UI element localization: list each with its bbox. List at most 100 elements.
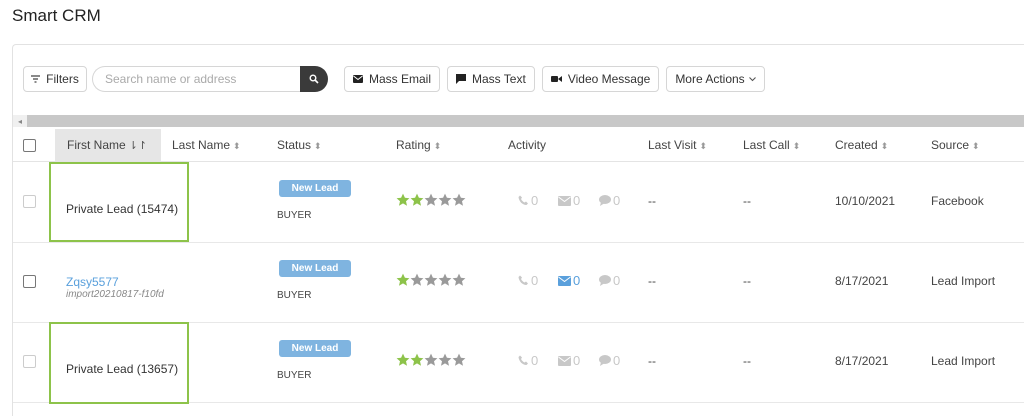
sort-icon: ⬍ [880, 141, 889, 151]
email-activity[interactable]: 0 [558, 273, 580, 288]
last-visit-cell: -- [648, 274, 656, 288]
text-activity[interactable]: 0 [599, 193, 620, 208]
leads-panel: Filters Mass Email Mass Text [12, 44, 1024, 416]
star-empty-icon[interactable] [410, 273, 424, 287]
text-activity[interactable]: 0 [599, 273, 620, 288]
mass-email-button[interactable]: Mass Email [344, 66, 441, 92]
column-last-visit-label: Last Visit [648, 138, 697, 152]
last-visit-cell: -- [648, 354, 656, 368]
star-empty-icon[interactable] [438, 193, 452, 207]
video-message-button[interactable]: Video Message [541, 66, 660, 92]
scroll-left-icon[interactable]: ◂ [13, 115, 27, 127]
search-button[interactable] [300, 66, 328, 92]
column-created[interactable]: Created ⬍ [835, 129, 888, 161]
star-empty-icon[interactable] [438, 353, 452, 367]
source-cell: Lead Import [931, 274, 996, 288]
column-source[interactable]: Source ⬍ [931, 129, 980, 161]
table-row[interactable]: Private Lead (13657) New Lead BUYER 0 0 … [13, 322, 1024, 404]
call-count: 0 [531, 193, 539, 208]
phone-icon [518, 195, 528, 205]
filters-button[interactable]: Filters [23, 66, 87, 92]
first-name-cell[interactable]: Private Lead (13657) [66, 362, 178, 376]
star-empty-icon[interactable] [438, 273, 452, 287]
last-visit-cell: -- [648, 194, 656, 208]
star-filled-icon[interactable] [410, 193, 424, 207]
column-source-label: Source [931, 138, 970, 152]
page-title: Smart CRM [12, 6, 101, 25]
created-cell: 8/17/2021 [835, 274, 889, 288]
sort-icon: ⬍ [433, 141, 442, 151]
text-count: 0 [613, 193, 621, 208]
search-box [92, 66, 328, 92]
sort-icon: ⬍ [314, 141, 322, 151]
chevron-down-icon [748, 76, 756, 82]
call-activity[interactable]: 0 [518, 353, 538, 368]
star-filled-icon[interactable] [396, 353, 410, 367]
column-rating-label: Rating [396, 138, 431, 152]
search-icon [309, 74, 319, 84]
email-activity[interactable]: 0 [558, 353, 580, 368]
column-activity: Activity [508, 129, 546, 161]
column-status[interactable]: Status ⬍ [277, 129, 322, 161]
video-camera-icon [550, 75, 562, 83]
filters-label: Filters [46, 72, 79, 86]
role-label: BUYER [277, 210, 312, 221]
column-rating[interactable]: Rating ⬍ [396, 129, 441, 161]
star-filled-icon[interactable] [396, 273, 410, 287]
mass-email-label: Mass Email [369, 72, 432, 86]
first-name-cell[interactable]: Zqsy5577 import20210817-f10fd [66, 275, 164, 300]
table-row[interactable]: Private Lead (15474) New Lead BUYER 0 0 … [13, 162, 1024, 243]
more-actions-label: More Actions [675, 72, 745, 86]
text-activity[interactable]: 0 [599, 353, 620, 368]
source-cell: Facebook [931, 194, 984, 208]
text-count: 0 [613, 273, 621, 288]
column-last-call-label: Last Call [743, 138, 790, 152]
mass-text-label: Mass Text [472, 72, 526, 86]
role-label: BUYER [277, 370, 312, 381]
sort-asc-icon: ⇂↾ [128, 140, 148, 152]
role-label: BUYER [277, 290, 312, 301]
select-all-checkbox[interactable] [23, 139, 36, 152]
status-badge: New Lead [279, 180, 351, 197]
lead-name-link[interactable]: Zqsy5577 [66, 275, 119, 289]
row-checkbox[interactable] [23, 275, 36, 288]
star-filled-icon[interactable] [396, 193, 410, 207]
star-empty-icon[interactable] [424, 353, 438, 367]
star-empty-icon[interactable] [424, 193, 438, 207]
column-last-name[interactable]: Last Name ⬍ [172, 129, 241, 161]
call-activity[interactable]: 0 [518, 193, 538, 208]
created-cell: 10/10/2021 [835, 194, 896, 208]
star-empty-icon[interactable] [452, 273, 466, 287]
sort-icon: ⬍ [233, 141, 241, 151]
row-checkbox[interactable] [23, 355, 36, 368]
table-row[interactable]: Zqsy5577 import20210817-f10fd New Lead B… [13, 242, 1024, 323]
row-checkbox[interactable] [23, 195, 36, 208]
column-first-name[interactable]: First Name ⇂↾ [55, 129, 161, 161]
last-call-cell: -- [743, 354, 751, 368]
rating-stars[interactable] [396, 193, 466, 207]
envelope-icon [353, 75, 363, 83]
column-last-visit[interactable]: Last Visit ⬍ [648, 129, 707, 161]
star-filled-icon[interactable] [410, 353, 424, 367]
text-count: 0 [613, 353, 621, 368]
email-activity[interactable]: 0 [558, 193, 580, 208]
star-empty-icon[interactable] [452, 193, 466, 207]
phone-icon [518, 355, 528, 365]
rating-stars[interactable] [396, 353, 466, 367]
star-empty-icon[interactable] [452, 353, 466, 367]
column-last-call[interactable]: Last Call ⬍ [743, 129, 800, 161]
more-actions-dropdown[interactable]: More Actions [666, 66, 765, 92]
filter-icon [31, 75, 41, 83]
rating-stars[interactable] [396, 273, 466, 287]
status-badge: New Lead [279, 260, 351, 277]
first-name-cell[interactable]: Private Lead (15474) [66, 202, 178, 216]
call-activity[interactable]: 0 [518, 273, 538, 288]
star-empty-icon[interactable] [424, 273, 438, 287]
toolbar: Filters Mass Email Mass Text [23, 65, 765, 93]
search-input[interactable] [92, 66, 300, 92]
sort-icon: ⬍ [972, 141, 980, 151]
email-count: 0 [573, 193, 581, 208]
horizontal-scrollbar[interactable]: ◂ [13, 115, 1024, 127]
source-cell: Lead Import [931, 354, 996, 368]
mass-text-button[interactable]: Mass Text [447, 66, 535, 92]
